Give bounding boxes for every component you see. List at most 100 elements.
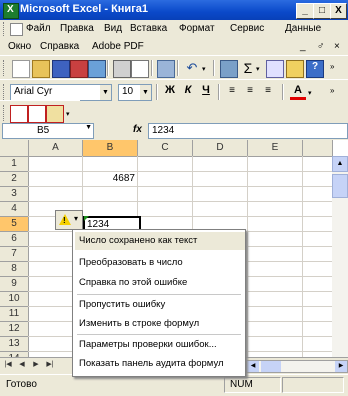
undo-dropdown-icon[interactable]: ▾ (202, 65, 206, 73)
print-icon[interactable] (113, 60, 131, 78)
font-name-dropdown[interactable]: Arial Cyr ▼ (10, 84, 112, 101)
align-left-icon[interactable]: ≡ (224, 84, 240, 100)
menu-item-convert-to-number[interactable]: Преобразовать в число (75, 254, 245, 272)
toolbar-grip[interactable] (3, 22, 7, 36)
select-all-corner[interactable] (0, 140, 29, 157)
cell-b2[interactable]: 4687 (83, 172, 135, 186)
horizontal-scrollbar[interactable]: ◀ ▶ (246, 360, 348, 373)
row-header-8[interactable]: 8 (0, 262, 29, 277)
new-icon[interactable] (12, 60, 30, 78)
toolbar-grip[interactable] (3, 60, 7, 76)
bold-button[interactable]: Ж (162, 84, 178, 100)
minimize-button[interactable]: _ (296, 3, 314, 19)
font-color-dropdown-icon[interactable]: ▾ (308, 89, 312, 97)
convert-to-pdf-icon[interactable] (10, 105, 28, 123)
column-header-a[interactable]: A (29, 140, 83, 157)
row-header-13[interactable]: 13 (0, 337, 29, 352)
pdf-email-icon[interactable] (28, 105, 46, 123)
menu-data[interactable]: Данные (285, 23, 321, 34)
menu-help[interactable]: Справка (40, 41, 79, 52)
last-sheet-button[interactable]: ▶| (44, 359, 56, 371)
menu-item-help-on-error[interactable]: Справка по этой ошибке (75, 274, 245, 292)
insert-function-button[interactable]: fx (133, 124, 142, 135)
underline-button[interactable]: Ч (198, 84, 214, 100)
chevron-down-icon[interactable]: ▾ (74, 214, 78, 223)
chevron-down-icon[interactable]: ▼ (140, 85, 151, 100)
grid-line (28, 186, 348, 187)
column-header-b[interactable]: B (83, 140, 138, 157)
save-icon[interactable] (52, 60, 70, 78)
row-header-11[interactable]: 11 (0, 307, 29, 322)
scroll-right-icon[interactable]: ▶ (335, 361, 347, 372)
chart-wizard-icon[interactable] (286, 60, 304, 78)
menu-item-show-auditing-toolbar[interactable]: Показать панель аудита формул (75, 355, 245, 373)
menu-window[interactable]: Окно (8, 41, 31, 52)
row-header-5[interactable]: 5 (0, 217, 29, 232)
italic-button[interactable]: К (180, 84, 196, 100)
column-header-f[interactable] (303, 140, 333, 157)
scroll-thumb[interactable] (332, 174, 348, 198)
toolbar-grip[interactable] (3, 105, 7, 121)
first-sheet-button[interactable]: |◀ (2, 359, 14, 371)
vertical-scrollbar[interactable]: ▲ (332, 156, 348, 370)
scroll-up-icon[interactable]: ▲ (332, 156, 348, 172)
error-smart-tag-button[interactable]: ! ▾ (55, 210, 83, 230)
research-icon[interactable] (157, 60, 175, 78)
print-preview-icon[interactable] (131, 60, 149, 78)
menu-tools[interactable]: Сервис (230, 23, 264, 34)
row-header-12[interactable]: 12 (0, 322, 29, 337)
autosum-dropdown-icon[interactable]: ▾ (256, 65, 260, 73)
menu-item-error-checking-options[interactable]: Параметры проверки ошибок... (75, 336, 245, 354)
align-center-icon[interactable]: ≡ (242, 84, 258, 100)
maximize-button[interactable]: □ (313, 3, 331, 19)
doc-minimize-button[interactable]: _ (300, 41, 306, 52)
column-header-c[interactable]: C (138, 140, 193, 157)
doc-close-button[interactable]: × (334, 41, 340, 52)
column-header-e[interactable]: E (248, 140, 303, 157)
column-header-d[interactable]: D (193, 140, 248, 157)
menu-item-ignore-error[interactable]: Пропустить ошибку (75, 296, 245, 314)
name-box[interactable]: B5 ▼ (2, 123, 94, 139)
autosum-icon[interactable]: Σ (240, 60, 256, 76)
align-right-icon[interactable]: ≡ (260, 84, 276, 100)
doc-restore-button[interactable]: ♂ (317, 41, 325, 52)
toolbar-options-icon[interactable]: ▾ (66, 110, 70, 118)
menu-view[interactable]: Вид (104, 23, 122, 34)
menu-edit[interactable]: Правка (60, 23, 94, 34)
next-sheet-button[interactable]: ▶ (30, 359, 42, 371)
menu-file[interactable]: Файл (26, 23, 51, 34)
toolbar-options-icon[interactable]: » (330, 86, 334, 95)
hscroll-thumb[interactable] (261, 361, 281, 372)
prev-sheet-button[interactable]: ◀ (16, 359, 28, 371)
menu-format[interactable]: Формат (179, 23, 215, 34)
help-icon[interactable]: ? (306, 60, 324, 78)
undo-icon[interactable]: ↶ (184, 60, 200, 76)
row-header-9[interactable]: 9 (0, 277, 29, 292)
hyperlink-icon[interactable] (220, 60, 238, 78)
scroll-left-icon[interactable]: ◀ (247, 361, 259, 372)
row-header-3[interactable]: 3 (0, 187, 29, 202)
close-button[interactable]: X (330, 3, 347, 19)
menu-item-edit-in-formula-bar[interactable]: Изменить в строке формул (75, 315, 245, 333)
font-size-dropdown[interactable]: 10 ▼ (118, 84, 152, 101)
open-icon[interactable] (32, 60, 50, 78)
formula-input[interactable]: 1234 (148, 123, 348, 139)
row-header-4[interactable]: 4 (0, 202, 29, 217)
row-header-7[interactable]: 7 (0, 247, 29, 262)
toolbar-options-icon[interactable]: » (330, 62, 334, 71)
permission-icon[interactable] (70, 60, 88, 78)
email-icon[interactable] (88, 60, 106, 78)
chevron-down-icon[interactable]: ▼ (100, 85, 111, 100)
excel-app-icon[interactable]: X (3, 3, 19, 19)
pdf-review-icon[interactable] (46, 105, 64, 123)
menu-insert[interactable]: Вставка (130, 23, 167, 34)
sort-icon[interactable] (266, 60, 284, 78)
row-header-6[interactable]: 6 (0, 232, 29, 247)
menu-adobe-pdf[interactable]: Adobe PDF (92, 41, 144, 52)
row-header-10[interactable]: 10 (0, 292, 29, 307)
chevron-down-icon[interactable]: ▼ (85, 124, 92, 131)
toolbar-grip[interactable] (3, 84, 7, 100)
row-header-2[interactable]: 2 (0, 172, 29, 187)
row-header-1[interactable]: 1 (0, 157, 29, 172)
font-color-button[interactable]: A (290, 84, 306, 100)
